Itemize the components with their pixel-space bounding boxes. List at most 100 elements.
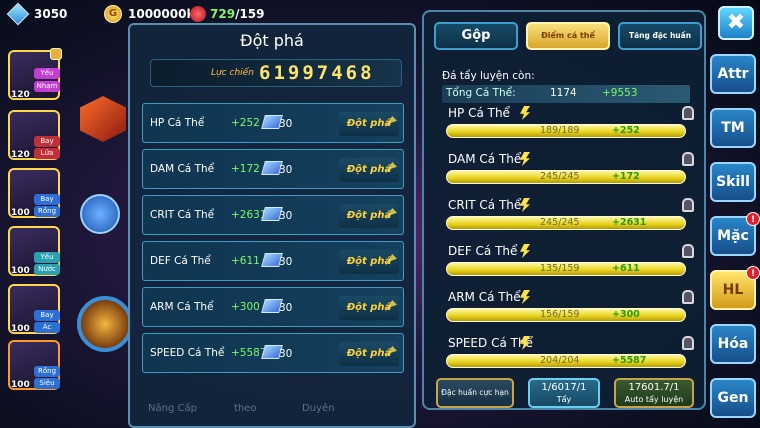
stat-bonus: +5587 [612, 355, 647, 366]
stat-row: HP Cá Thể 189/189 +252 [442, 106, 696, 150]
lock-icon[interactable] [682, 290, 694, 304]
stat-name: HP Cá Thể [448, 106, 510, 120]
breakthrough-button[interactable]: Đột phá [339, 204, 399, 228]
pet-tag: Nước [34, 264, 60, 275]
side-tab-label: TM [721, 120, 745, 136]
bolt-icon [520, 290, 530, 304]
pet-slot[interactable]: Bay Ác 100 [8, 284, 60, 334]
auto-wash-button[interactable]: 17601.7/1 Auto tẩy luyện [614, 378, 694, 408]
breakthrough-button[interactable]: Đột phá [339, 342, 399, 366]
stat-name: CRIT Cá Thể [150, 209, 215, 221]
stat-name: ARM Cá Thể [150, 301, 214, 313]
breakthrough-row: SPEED Cá Thể +5587 30 Đột phá [142, 333, 404, 373]
pet-tag: Bay [34, 136, 60, 147]
stat-current: 156/159 [540, 309, 580, 320]
lock-icon[interactable] [682, 336, 694, 350]
side-tab-tm[interactable]: TM [710, 108, 756, 148]
lock-icon[interactable] [682, 152, 694, 166]
gem-icon [6, 2, 30, 26]
stat-row: ARM Cá Thể 156/159 +300 [442, 290, 696, 334]
breakthrough-row: ARM Cá Thể +300 30 Đột phá [142, 287, 404, 327]
total-bonus: +9553 [602, 87, 638, 99]
pet-slot[interactable]: Rồng Siêu 100 [8, 340, 60, 390]
alert-badge: ! [746, 266, 760, 280]
stat-row: CRIT Cá Thể 245/245 +2631 [442, 198, 696, 242]
side-tab-attr[interactable]: Attr [710, 54, 756, 94]
pet-ring-icon[interactable] [77, 296, 133, 352]
side-tab-mac[interactable]: Mặc! [710, 212, 760, 256]
total-individual: Tổng Cá Thể: 1174 +9553 [442, 85, 690, 103]
side-tab-label: Attr [717, 66, 749, 82]
alert-badge: ! [746, 212, 760, 226]
pet-tag: Rồng [34, 206, 60, 217]
pet-slot[interactable]: Bay Lửa 120 [8, 110, 60, 160]
close-button[interactable]: ✖ [718, 6, 754, 40]
pet-slot[interactable]: Yếu Nhạm 120 [8, 48, 62, 100]
pet-roster: Yếu Nhạm 120 Bay Lửa 120 Bay Rồng 100 Yế… [2, 44, 66, 428]
side-tab-label: Skill [716, 174, 750, 190]
stat-name: SPEED Cá Thể [150, 347, 225, 359]
tab-individual-points[interactable]: Điểm cá thể [526, 22, 610, 50]
stone-cost: 30 [279, 164, 293, 176]
stat-current: 135/159 [540, 263, 580, 274]
coin-icon: G [104, 5, 122, 23]
wash-label: Tẩy [556, 395, 572, 404]
breakthrough-button[interactable]: Đột phá [339, 158, 399, 182]
stamina-max: /159 [235, 7, 265, 21]
stat-bonus: +252 [612, 125, 640, 136]
auto-label: Auto tẩy luyện [624, 395, 684, 404]
pet-tag: Ác [34, 322, 60, 333]
breakthrough-row: DEF Cá Thể +611 30 Đột phá [142, 241, 404, 281]
stat-current: 204/204 [540, 355, 580, 366]
gear-slot-icon[interactable] [80, 96, 126, 142]
pet-slot[interactable]: Yếu Nước 100 [8, 226, 60, 276]
stat-name: DEF Cá Thể [448, 244, 518, 258]
wash-count: 1/6017/1 [541, 382, 587, 393]
stat-row: DAM Cá Thể 245/245 +172 [442, 152, 696, 196]
pet-slot[interactable]: Bay Rồng 100 [8, 168, 60, 218]
lock-icon[interactable] [682, 198, 694, 212]
lock-icon[interactable] [682, 106, 694, 120]
side-tab-label: Mặc [717, 228, 749, 244]
stat-name: DAM Cá Thể [448, 152, 522, 166]
breakthrough-button[interactable]: Đột phá [339, 250, 399, 274]
lock-icon[interactable] [682, 244, 694, 258]
stat-name: HP Cá Thể [150, 117, 205, 129]
power-label: Lực chiến [211, 68, 254, 78]
tab-bond[interactable]: Duyên [302, 403, 334, 414]
stat-bonus: +300 [231, 301, 260, 313]
stat-name: DAM Cá Thể [150, 163, 215, 175]
bolt-icon [520, 152, 530, 166]
tab-follow[interactable]: theo [234, 403, 257, 414]
stat-bonus: +252 [231, 117, 260, 129]
stat-bonus: +300 [612, 309, 640, 320]
stone-cost: 30 [279, 256, 293, 268]
side-tab-hoa[interactable]: Hóa [710, 324, 756, 364]
side-tab-skill[interactable]: Skill [710, 162, 756, 202]
stat-current: 245/245 [540, 171, 580, 182]
wash-button[interactable]: 1/6017/1 Tẩy [528, 378, 600, 408]
side-tab-gen[interactable]: Gen [710, 378, 756, 418]
bag-icon[interactable] [80, 194, 120, 234]
individual-points-panel: Gộp Điểm cá thể Tăng đặc huấn Đá tẩy luy… [422, 10, 706, 410]
bolt-icon [520, 198, 530, 212]
gem-amount: 3050 [34, 7, 68, 21]
side-tab-label: Gen [717, 390, 749, 406]
special-training-button[interactable]: Đặc huấn cực hạn [436, 378, 514, 408]
pet-tag: Yếu [34, 252, 60, 263]
stat-name: SPEED Cá Thể [448, 336, 533, 350]
stat-current: 189/189 [540, 125, 580, 136]
tab-upgrade[interactable]: Nâng Cấp [148, 403, 197, 414]
stat-bonus: +172 [612, 171, 640, 182]
side-tab-hl[interactable]: HL! [710, 266, 760, 310]
bolt-icon [520, 244, 530, 258]
stat-bonus: +2631 [612, 217, 647, 228]
breakthrough-button[interactable]: Đột phá [339, 296, 399, 320]
pet-tag: Siêu [34, 378, 60, 389]
stat-name: ARM Cá Thể [448, 290, 521, 304]
pet-level: 100 [11, 324, 30, 334]
breakthrough-button[interactable]: Đột phá [339, 112, 399, 136]
tab-special-training[interactable]: Tăng đặc huấn [618, 22, 702, 50]
tab-merge[interactable]: Gộp [434, 22, 518, 50]
pet-level: 120 [11, 90, 30, 100]
